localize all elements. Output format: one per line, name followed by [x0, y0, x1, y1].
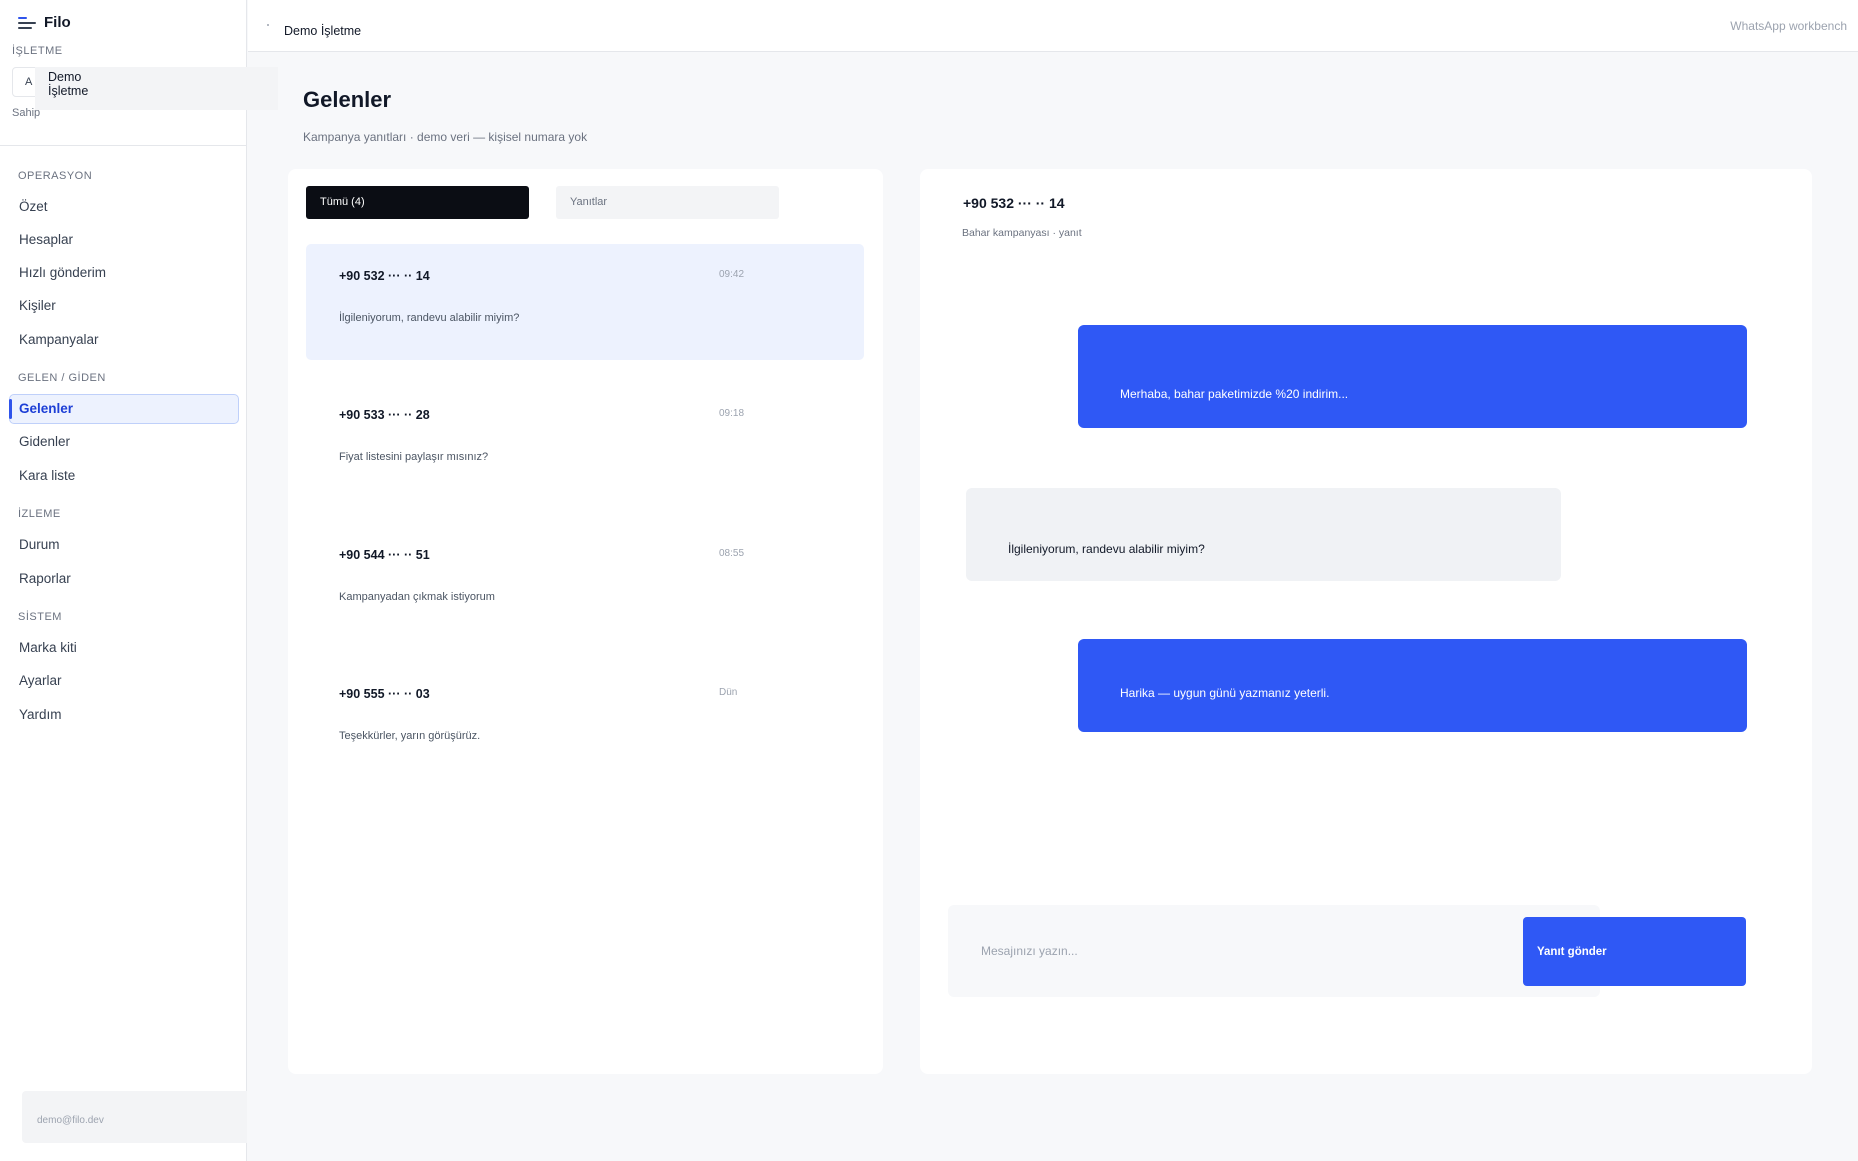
sidebar-item-hizli-gonderim[interactable]: Hızlı gönderim [9, 258, 239, 288]
sidebar-item-ayarlar[interactable]: Ayarlar [9, 666, 239, 696]
message-phone: +90 544 ··· ·· 51 [339, 548, 430, 562]
list-item[interactable]: +90 555 ··· ·· 03 Dün Teşekkürler, yarın… [306, 662, 864, 778]
sidebar-item-marka-kiti[interactable]: Marka kiti [9, 633, 239, 663]
message-time: 09:18 [719, 408, 745, 419]
breadcrumb-dot-icon [267, 24, 269, 26]
sidebar-item-hesaplar[interactable]: Hesaplar [9, 225, 239, 255]
workspace-selector[interactable]: A Demo İşletme [12, 67, 279, 110]
user-footer[interactable]: demo@filo.dev [22, 1091, 247, 1143]
message-phone: +90 532 ··· ·· 14 [339, 269, 430, 283]
list-item[interactable]: +90 533 ··· ·· 28 09:18 Fiyat listesini … [306, 383, 864, 499]
nav-section-sistem: SİSTEM [18, 611, 62, 623]
message-phone: +90 533 ··· ·· 28 [339, 408, 430, 422]
message-time: Dün [719, 687, 738, 698]
bubble-text: Harika — uygun günü yazmanız yeterli. [1120, 686, 1330, 700]
send-reply-button[interactable]: Yanıt gönder [1523, 917, 1746, 986]
list-item[interactable]: +90 532 ··· ·· 14 09:42 İlgileniyorum, r… [306, 244, 864, 360]
message-time: 08:55 [719, 548, 745, 559]
sidebar: Filo İŞLETME A Demo İşletme Sahip OPERAS… [0, 0, 279, 1161]
topbar: Demo İşletme WhatsApp workbench [248, 0, 1858, 52]
conversation-subtitle: Bahar kampanyası · yanıt [962, 227, 1082, 239]
message-phone: +90 555 ··· ·· 03 [339, 687, 430, 701]
workspace-name: Demo İşletme [35, 67, 279, 110]
tab-all[interactable]: Tümü (4) [306, 186, 529, 219]
incoming-message-bubble: İlgileniyorum, randevu alabilir miyim? [966, 488, 1561, 581]
nav-section-gelen-giden: GELEN / GİDEN [18, 372, 106, 384]
breadcrumb[interactable]: Demo İşletme [284, 24, 361, 38]
workspace-avatar: A [25, 76, 33, 88]
conversation-phone: +90 532 ··· ·· 14 [963, 195, 1065, 211]
sidebar-item-gelenler[interactable]: Gelenler [9, 394, 239, 424]
workspace-role: Sahip [12, 107, 41, 119]
workbench-label: WhatsApp workbench [1730, 19, 1847, 33]
page-title: Gelenler [303, 87, 392, 112]
outgoing-message-bubble: Harika — uygun günü yazmanız yeterli. [1078, 639, 1747, 732]
sidebar-item-gidenler[interactable]: Gidenler [9, 427, 239, 457]
nav-section-operasyon: OPERASYON [18, 170, 93, 182]
inbox-panel: Tümü (4) Yanıtlar +90 532 ··· ·· 14 09:4… [288, 169, 883, 1074]
message-preview: Fiyat listesini paylaşır mısınız? [339, 451, 489, 463]
bubble-text: İlgileniyorum, randevu alabilir miyim? [1008, 542, 1205, 556]
sidebar-item-ozet[interactable]: Özet [9, 192, 239, 222]
menu-icon[interactable] [18, 16, 36, 30]
message-input[interactable] [948, 905, 1600, 997]
user-email: demo@filo.dev [37, 1115, 104, 1126]
outgoing-message-bubble: Merhaba, bahar paketimizde %20 indirim..… [1078, 325, 1747, 428]
list-item[interactable]: +90 544 ··· ·· 51 08:55 Kampanyadan çıkm… [306, 523, 864, 639]
tab-replies[interactable]: Yanıtlar [556, 186, 779, 219]
page-subtitle: Kampanya yanıtları · demo veri — kişisel… [303, 130, 588, 144]
sidebar-item-kisiler[interactable]: Kişiler [9, 291, 239, 321]
app-name: Filo [44, 14, 71, 31]
brand[interactable]: Filo [18, 14, 71, 31]
sidebar-item-kara-liste[interactable]: Kara liste [9, 461, 239, 491]
composer [948, 905, 1600, 997]
sidebar-item-raporlar[interactable]: Raporlar [9, 564, 239, 594]
sidebar-item-kampanyalar[interactable]: Kampanyalar [9, 325, 239, 355]
nav-section-izleme: İZLEME [18, 508, 61, 520]
bubble-text: Merhaba, bahar paketimizde %20 indirim..… [1120, 387, 1349, 401]
message-preview: Kampanyadan çıkmak istiyorum [339, 591, 495, 603]
sidebar-item-yardim[interactable]: Yardım [9, 700, 239, 730]
message-preview: İlgileniyorum, randevu alabilir miyim? [339, 312, 520, 324]
message-time: 09:42 [719, 269, 745, 280]
message-preview: Teşekkürler, yarın görüşürüz. [339, 730, 481, 742]
sidebar-item-durum[interactable]: Durum [9, 530, 239, 560]
sidebar-divider [0, 145, 247, 146]
workspace-caption: İŞLETME [12, 45, 63, 57]
conversation-panel: +90 532 ··· ·· 14 Bahar kampanyası · yan… [920, 169, 1812, 1074]
